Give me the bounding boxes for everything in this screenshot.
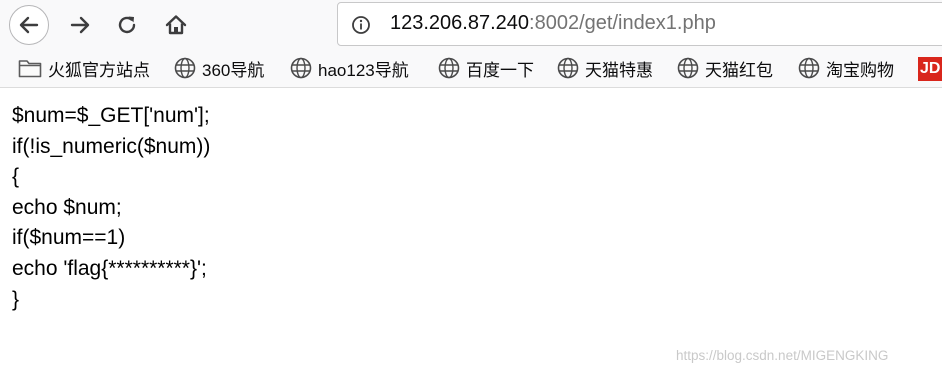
url-host: 123.206.87.240	[390, 12, 530, 34]
code-line: if($num==1)	[12, 226, 126, 250]
home-button[interactable]	[156, 5, 196, 45]
browser-toolbar: 123.206.87.240:8002/get/index1.php	[0, 0, 942, 50]
globe-icon	[557, 57, 579, 79]
reload-button[interactable]	[107, 5, 147, 45]
bookmark-tmall-deals[interactable]: 天猫特惠	[557, 56, 653, 80]
forward-arrow-icon	[70, 16, 90, 34]
bookmark-baidu[interactable]: 百度一下	[438, 56, 534, 80]
globe-icon	[798, 57, 820, 79]
bookmark-taobao[interactable]: 淘宝购物	[798, 56, 894, 80]
code-line: $num=$_GET['num'];	[12, 104, 210, 127]
bookmark-label: 火狐官方站点	[48, 60, 150, 80]
url-text[interactable]: 123.206.87.240:8002/get/index1.php	[390, 12, 716, 35]
bookmark-hao123[interactable]: hao123导航	[290, 56, 409, 80]
page-source-code: $num=$_GET['num']; if(!is_numeric($num)) {…	[12, 101, 210, 315]
watermark: https://blog.csdn.net/MIGENGKING	[676, 348, 889, 363]
bookmark-label: 天猫红包	[705, 60, 773, 80]
bookmark-firefox-official[interactable]: 火狐官方站点	[18, 56, 150, 80]
back-button[interactable]	[9, 5, 49, 45]
globe-icon	[290, 57, 312, 79]
code-line: {	[12, 165, 20, 189]
bookmark-label: 360导航	[202, 60, 265, 80]
code-line: echo $num;	[12, 195, 122, 219]
bookmark-label: 百度一下	[466, 60, 534, 80]
url-path: :8002/get/index1.php	[529, 12, 716, 34]
back-arrow-icon	[19, 16, 39, 34]
info-icon[interactable]	[351, 15, 371, 35]
bookmark-jd-icon[interactable]: JD	[918, 57, 942, 81]
forward-button[interactable]	[60, 5, 100, 45]
code-line: if(!is_numeric($num))	[12, 134, 211, 158]
code-line: echo 'flag{**********}';	[12, 256, 207, 280]
reload-icon	[118, 16, 136, 34]
bookmark-tmall-redpacket[interactable]: 天猫红包	[677, 56, 773, 80]
bookmark-label: 天猫特惠	[585, 60, 653, 80]
globe-icon	[677, 57, 699, 79]
globe-icon	[174, 57, 196, 79]
code-line: }	[12, 287, 20, 311]
bookmark-360-nav[interactable]: 360导航	[174, 56, 264, 80]
address-bar[interactable]: 123.206.87.240:8002/get/index1.php	[337, 2, 942, 46]
globe-icon	[438, 57, 460, 79]
home-icon	[165, 15, 187, 35]
folder-icon	[18, 60, 42, 78]
bookmarks-toolbar: 火狐官方站点 360导航 hao123导航 百度一下 天猫特惠 天猫红包 淘宝购…	[0, 50, 942, 88]
bookmark-label: 淘宝购物	[826, 60, 894, 80]
bookmark-label: hao123导航	[318, 60, 409, 80]
